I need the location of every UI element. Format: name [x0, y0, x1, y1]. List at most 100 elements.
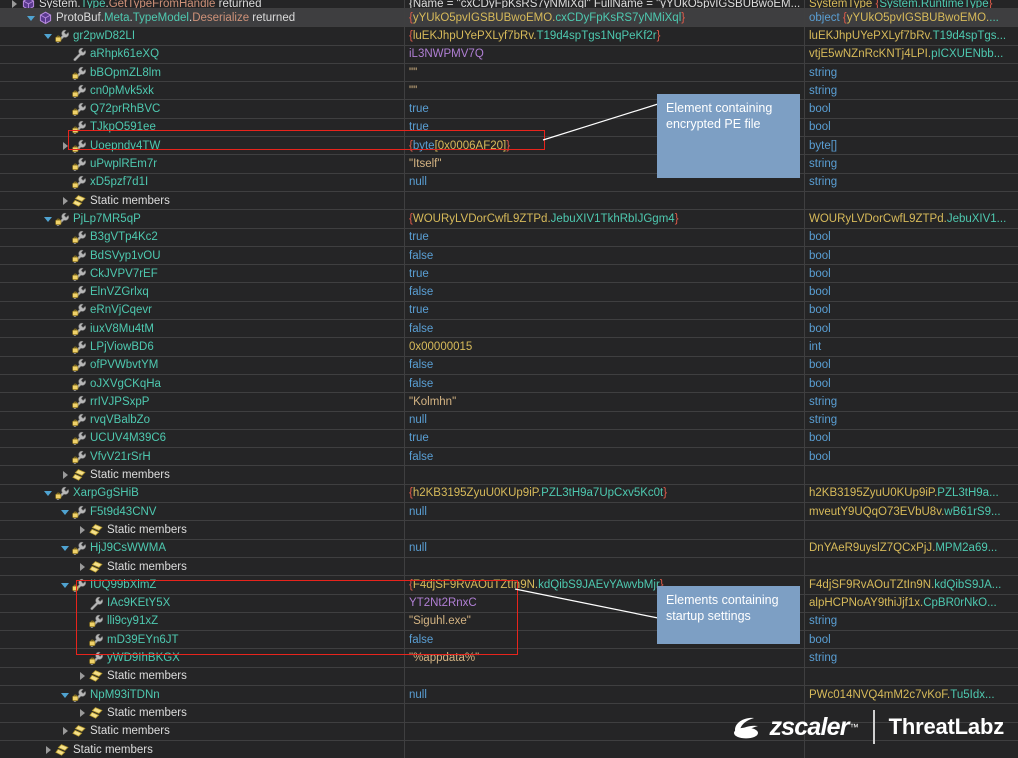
- tree-row-value-cell[interactable]: 0x00000015: [405, 338, 805, 355]
- tree-row[interactable]: yWD9IhBKGX"%appdata%"string: [0, 649, 1018, 667]
- tree-row[interactable]: rvqVBalbZonullstring: [0, 412, 1018, 430]
- tree-row[interactable]: IAc9KEtY5XYT2Nt2RnxCalpHCPNoAY9thiJjf1x.…: [0, 595, 1018, 613]
- tree-row[interactable]: ElnVZGrlxqfalsebool: [0, 283, 1018, 301]
- tree-row-name-cell[interactable]: HjJ9CsWWMA: [0, 540, 405, 557]
- tree-row-name-cell[interactable]: F5t9d43CNV: [0, 503, 405, 520]
- tree-row[interactable]: Static members: [0, 466, 1018, 484]
- tree-row-name-cell[interactable]: LPjViowBD6: [0, 338, 405, 355]
- tree-row-name-cell[interactable]: NpM93iTDNn: [0, 686, 405, 703]
- tree-row-name-cell[interactable]: PjLp7MR5qP: [0, 210, 405, 227]
- tree-row-name-cell[interactable]: Static members: [0, 558, 405, 575]
- tree-row-value-cell[interactable]: true: [405, 229, 805, 246]
- tree-row[interactable]: cn0pMvk5xk""string: [0, 82, 1018, 100]
- tree-row-name-cell[interactable]: IUQ99bXlmZ: [0, 576, 405, 593]
- tree-row-name-cell[interactable]: ElnVZGrlxq: [0, 283, 405, 300]
- tree-row-name-cell[interactable]: iuxV8Mu4tM: [0, 320, 405, 337]
- tree-row-name-cell[interactable]: ofPVWbvtYM: [0, 357, 405, 374]
- tree-row[interactable]: iuxV8Mu4tMfalsebool: [0, 320, 1018, 338]
- tree-row-name-cell[interactable]: CkJVPV7rEF: [0, 265, 405, 282]
- chevron-down-icon[interactable]: [42, 485, 54, 502]
- tree-row-value-cell[interactable]: false: [405, 448, 805, 465]
- chevron-down-icon[interactable]: [25, 9, 37, 26]
- tree-row-name-cell[interactable]: eRnVjCqevr: [0, 302, 405, 319]
- tree-row-name-cell[interactable]: Q72prRhBVC: [0, 100, 405, 117]
- chevron-right-icon[interactable]: [76, 704, 88, 721]
- tree-row-name-cell[interactable]: XarpGgSHiB: [0, 485, 405, 502]
- variable-tree-grid[interactable]: System.Type.GetTypeFromHandle returned{N…: [0, 0, 1018, 758]
- tree-row[interactable]: B3gVTp4Kc2truebool: [0, 229, 1018, 247]
- tree-row-value-cell[interactable]: [405, 704, 805, 721]
- tree-row-name-cell[interactable]: ProtoBuf.Meta.TypeModel.Deserialize retu…: [0, 9, 405, 26]
- tree-row[interactable]: TJkpO591eetruebool: [0, 119, 1018, 137]
- tree-row-value-cell[interactable]: false: [405, 247, 805, 264]
- tree-row-name-cell[interactable]: VfvV21rSrH: [0, 448, 405, 465]
- tree-row-name-cell[interactable]: Static members: [0, 192, 405, 209]
- tree-row-name-cell[interactable]: Static members: [0, 741, 405, 758]
- tree-row[interactable]: System.Type.GetTypeFromHandle returned{N…: [0, 0, 1018, 9]
- tree-row[interactable]: VfvV21rSrHfalsebool: [0, 448, 1018, 466]
- tree-row[interactable]: BdSVyp1vOUfalsebool: [0, 247, 1018, 265]
- tree-row[interactable]: LPjViowBD60x00000015int: [0, 338, 1018, 356]
- tree-row-value-cell[interactable]: {luEKJhpUYePXLyf7bRv.T19d4spTgs1NqPeKf2r…: [405, 27, 805, 44]
- tree-row[interactable]: UCUV4M39C6truebool: [0, 430, 1018, 448]
- tree-row[interactable]: oJXVgCKqHafalsebool: [0, 375, 1018, 393]
- tree-row-value-cell[interactable]: true: [405, 430, 805, 447]
- tree-row-name-cell[interactable]: yWD9IhBKGX: [0, 649, 405, 666]
- tree-row-name-cell[interactable]: B3gVTp4Kc2: [0, 229, 405, 246]
- tree-row-value-cell[interactable]: [405, 521, 805, 538]
- tree-row-name-cell[interactable]: Static members: [0, 466, 405, 483]
- tree-row-name-cell[interactable]: cn0pMvk5xk: [0, 82, 405, 99]
- tree-row[interactable]: gr2pwD82LI{luEKJhpUYePXLyf7bRv.T19d4spTg…: [0, 27, 1018, 45]
- chevron-right-icon[interactable]: [59, 466, 71, 483]
- chevron-down-icon[interactable]: [59, 540, 71, 557]
- chevron-down-icon[interactable]: [42, 210, 54, 227]
- tree-row-value-cell[interactable]: [405, 192, 805, 209]
- tree-row-value-cell[interactable]: {h2KB3195ZyuU0KUp9iP.PZL3tH9a7UpCxv5Kc0t…: [405, 485, 805, 502]
- tree-row-name-cell[interactable]: BdSVyp1vOU: [0, 247, 405, 264]
- tree-row[interactable]: Q72prRhBVCtruebool: [0, 100, 1018, 118]
- tree-row[interactable]: Static members: [0, 192, 1018, 210]
- chevron-right-icon[interactable]: [59, 723, 71, 740]
- tree-row[interactable]: IUQ99bXlmZ{F4djSF9RvAOuTZtIn9N.kdQibS9JA…: [0, 576, 1018, 594]
- tree-row[interactable]: Static members: [0, 704, 1018, 722]
- chevron-right-icon[interactable]: [76, 558, 88, 575]
- tree-row[interactable]: mD39EYn6JTfalsebool: [0, 631, 1018, 649]
- tree-row-value-cell[interactable]: false: [405, 357, 805, 374]
- tree-row-value-cell[interactable]: [405, 558, 805, 575]
- chevron-down-icon[interactable]: [59, 503, 71, 520]
- tree-row[interactable]: rrIVJPSxpP"Kolmhn"string: [0, 393, 1018, 411]
- tree-row-value-cell[interactable]: null: [405, 540, 805, 557]
- tree-row[interactable]: uPwplREm7r"Itself"string: [0, 155, 1018, 173]
- tree-row[interactable]: HjJ9CsWWMAnullDnYAeR9uyslZ7QCxPjJ.MPM2a6…: [0, 540, 1018, 558]
- tree-row[interactable]: XarpGgSHiB{h2KB3195ZyuU0KUp9iP.PZL3tH9a7…: [0, 485, 1018, 503]
- tree-row-name-cell[interactable]: aRhpk61eXQ: [0, 46, 405, 63]
- tree-row-name-cell[interactable]: TJkpO591ee: [0, 119, 405, 136]
- tree-row-value-cell[interactable]: true: [405, 302, 805, 319]
- tree-row-value-cell[interactable]: {Name = "cxCDyFpKsRS7yNMiXql" FullName =…: [405, 0, 805, 8]
- tree-row-value-cell[interactable]: [405, 668, 805, 685]
- chevron-down-icon[interactable]: [42, 27, 54, 44]
- tree-row-value-cell[interactable]: {yYUkO5pvIGSBUBwoEMO.cxCDyFpKsRS7yNMiXql…: [405, 9, 805, 26]
- tree-row-name-cell[interactable]: Static members: [0, 521, 405, 538]
- tree-row[interactable]: CkJVPV7rEFtruebool: [0, 265, 1018, 283]
- tree-row-name-cell[interactable]: uPwplREm7r: [0, 155, 405, 172]
- tree-row-name-cell[interactable]: xD5pzf7d1I: [0, 174, 405, 191]
- tree-row-name-cell[interactable]: oJXVgCKqHa: [0, 375, 405, 392]
- tree-row-name-cell[interactable]: Static members: [0, 723, 405, 740]
- tree-row[interactable]: NpM93iTDNnnullPWc014NVQ4mM2c7vKoF.Tu5Idx…: [0, 686, 1018, 704]
- tree-row-name-cell[interactable]: Uoepndv4TW: [0, 137, 405, 154]
- tree-row-value-cell[interactable]: false: [405, 375, 805, 392]
- tree-row[interactable]: Static members: [0, 521, 1018, 539]
- tree-row-value-cell[interactable]: null: [405, 412, 805, 429]
- tree-row-value-cell[interactable]: iL3NWPMV7Q: [405, 46, 805, 63]
- tree-row[interactable]: Uoepndv4TW{byte[0x0006AF20]}byte[]: [0, 137, 1018, 155]
- tree-row-value-cell[interactable]: false: [405, 283, 805, 300]
- tree-row-name-cell[interactable]: System.Type.GetTypeFromHandle returned: [0, 0, 405, 8]
- tree-row-name-cell[interactable]: lli9cy91xZ: [0, 613, 405, 630]
- tree-row-value-cell[interactable]: {WOURyLVDorCwfL9ZTPd.JebuXIV1TkhRbIJGgm4…: [405, 210, 805, 227]
- tree-row[interactable]: ProtoBuf.Meta.TypeModel.Deserialize retu…: [0, 9, 1018, 27]
- tree-row-value-cell[interactable]: "": [405, 64, 805, 81]
- chevron-right-icon[interactable]: [59, 137, 71, 154]
- tree-row-name-cell[interactable]: Static members: [0, 668, 405, 685]
- tree-row[interactable]: F5t9d43CNVnullmveutY9UQqO73EVbU8v.wB61rS…: [0, 503, 1018, 521]
